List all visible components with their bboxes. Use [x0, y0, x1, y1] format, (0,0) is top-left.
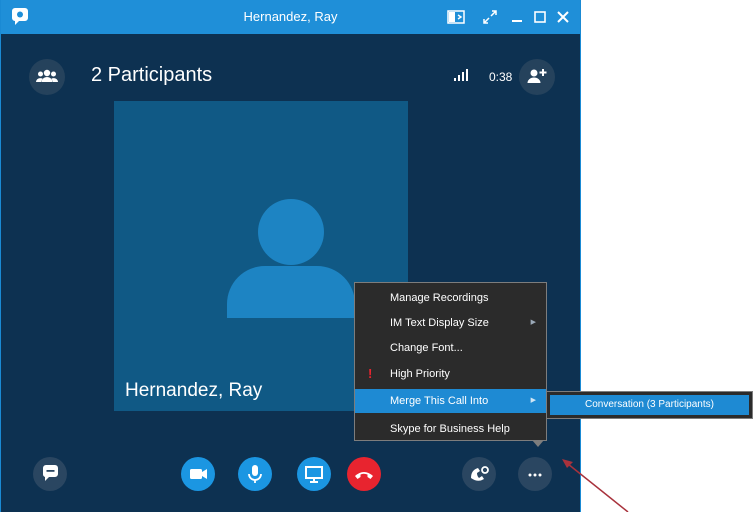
annotation-arrow-icon — [562, 459, 629, 512]
